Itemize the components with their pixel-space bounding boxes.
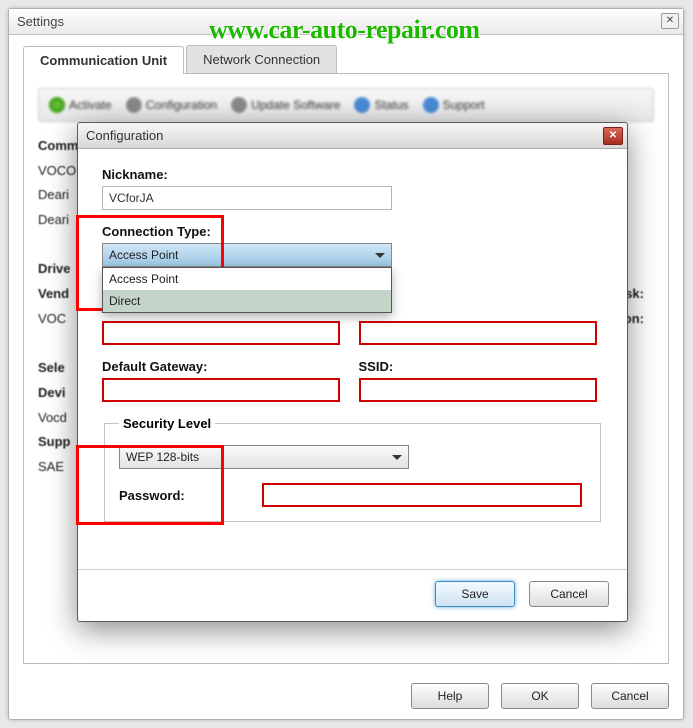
gear-icon (126, 97, 142, 113)
ip-col (102, 321, 347, 345)
nickname-row: Nickname: (102, 167, 603, 210)
tab-strip: Communication Unit Network Connection (23, 45, 669, 74)
password-label: Password: (119, 488, 259, 503)
conntype-label: Connection Type: (102, 224, 603, 239)
toolbar-configuration[interactable]: Configuration (126, 97, 217, 113)
conntype-combo-wrap: Access Point Access Point Direct (102, 243, 392, 267)
mask-input[interactable] (359, 321, 597, 345)
ok-button[interactable]: OK (501, 683, 579, 709)
gateway-label: Default Gateway: (102, 359, 347, 374)
security-combo[interactable]: WEP 128-bits (119, 445, 409, 469)
settings-title: Settings (17, 14, 64, 29)
ip-row (102, 321, 603, 345)
gateway-input[interactable] (102, 378, 340, 402)
conntype-option-access-point[interactable]: Access Point (103, 268, 391, 290)
dialog-body: Nickname: Connection Type: Access Point … (78, 149, 627, 569)
settings-button-bar: Help OK Cancel (411, 683, 669, 709)
save-button[interactable]: Save (435, 581, 515, 607)
conntype-option-direct[interactable]: Direct (103, 290, 391, 312)
settings-titlebar: Settings ✕ (9, 9, 683, 35)
info-icon (354, 97, 370, 113)
security-combo-wrap: WEP 128-bits (119, 445, 409, 469)
conntype-dropdown: Access Point Direct (102, 267, 392, 313)
nickname-input[interactable] (102, 186, 392, 210)
password-row: Password: (119, 483, 586, 507)
check-icon (49, 97, 65, 113)
toolbar-row: Activate Configuration Update Software S… (38, 88, 654, 122)
settings-close-button[interactable]: ✕ (661, 13, 679, 29)
dialog-cancel-button[interactable]: Cancel (529, 581, 609, 607)
support-icon (423, 97, 439, 113)
security-fieldset: Security Level WEP 128-bits Password: (104, 416, 601, 522)
tab-network-connection[interactable]: Network Connection (186, 45, 337, 73)
toolbar-activate[interactable]: Activate (49, 97, 112, 113)
settings-cancel-button[interactable]: Cancel (591, 683, 669, 709)
ssid-col: SSID: (359, 359, 604, 402)
configuration-dialog: Configuration ✕ Nickname: Connection Typ… (77, 122, 628, 622)
dialog-footer: Save Cancel (78, 569, 627, 617)
dialog-title: Configuration (86, 128, 163, 143)
ip-input[interactable] (102, 321, 340, 345)
gateway-col: Default Gateway: (102, 359, 347, 402)
ssid-label: SSID: (359, 359, 604, 374)
gw-ssid-row: Default Gateway: SSID: (102, 359, 603, 402)
mask-col (359, 321, 604, 345)
conntype-combo[interactable]: Access Point (102, 243, 392, 267)
update-icon (231, 97, 247, 113)
nickname-label: Nickname: (102, 167, 603, 182)
tab-communication-unit[interactable]: Communication Unit (23, 46, 184, 74)
help-button[interactable]: Help (411, 683, 489, 709)
conntype-row: Connection Type: Access Point Access Poi… (102, 224, 603, 267)
password-input[interactable] (262, 483, 582, 507)
toolbar-status[interactable]: Status (354, 97, 408, 113)
toolbar-support[interactable]: Support (423, 97, 485, 113)
dialog-close-button[interactable]: ✕ (603, 127, 623, 145)
ssid-input[interactable] (359, 378, 597, 402)
security-legend: Security Level (119, 416, 215, 431)
toolbar-update[interactable]: Update Software (231, 97, 340, 113)
dialog-titlebar: Configuration ✕ (78, 123, 627, 149)
